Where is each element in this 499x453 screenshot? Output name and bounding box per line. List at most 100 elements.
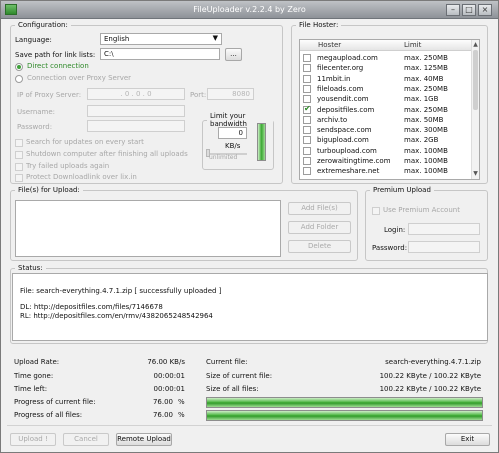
hoster-row[interactable]: filecenter.org max. 125MB (300, 63, 472, 73)
scroll-thumb[interactable] (473, 50, 478, 110)
progress-all-percent: % (178, 411, 185, 419)
bandwidth-meter (257, 123, 266, 161)
hoster-checkbox[interactable] (303, 126, 311, 135)
progress-current-label: Progress of current file: (14, 398, 96, 406)
retry-failed-checkbox[interactable] (15, 163, 23, 171)
all-files-progress-bar (206, 410, 483, 421)
hoster-checkbox[interactable] (303, 95, 311, 104)
save-path-input[interactable]: C:\ (100, 48, 220, 60)
premium-login-input[interactable] (408, 223, 480, 235)
password-label: Password: (17, 123, 53, 131)
title-bar[interactable]: FileUploader v.2.2.4 by Zero – □ × (1, 1, 498, 19)
delete-button[interactable]: Delete (288, 240, 351, 253)
hoster-limit: max. 125MB (404, 64, 448, 73)
premium-password-input[interactable] (408, 241, 480, 253)
port-input[interactable]: 8080 (207, 88, 254, 100)
file-hoster-legend: File Hoster: (299, 21, 339, 29)
minimize-icon[interactable]: – (446, 4, 460, 16)
search-updates-label[interactable]: Search for updates on every start (26, 138, 144, 146)
hoster-checkbox[interactable] (303, 84, 311, 93)
proxy-connection-label[interactable]: Connection over Proxy Server (27, 74, 131, 82)
language-label: Language: (15, 36, 52, 44)
limit-column-header[interactable]: Limit (404, 41, 421, 49)
use-premium-checkbox[interactable] (372, 207, 380, 215)
use-premium-label[interactable]: Use Premium Account (383, 206, 460, 214)
add-files-button[interactable]: Add File(s) (288, 202, 351, 215)
cancel-button[interactable]: Cancel (63, 433, 109, 446)
hoster-table[interactable]: Hoster Limit megaupload.com max. 250MB fil… (299, 39, 480, 180)
hoster-row[interactable]: archiv.to max. 50MB (300, 115, 472, 125)
hoster-checkbox[interactable] (303, 104, 311, 114)
bandwidth-slider-label: unlimited (209, 154, 238, 161)
hoster-row[interactable]: turboupload.com max. 100MB (300, 146, 472, 156)
browse-button[interactable]: ... (225, 48, 242, 61)
status-line-file: File: search-everything.4.7.1.zip [ succ… (20, 287, 222, 295)
language-select[interactable]: English ▼ (100, 33, 222, 45)
hoster-checkbox[interactable] (303, 157, 311, 165)
hoster-checkbox[interactable] (303, 64, 311, 73)
hoster-row[interactable]: megaupload.com max. 250MB (300, 53, 472, 63)
hoster-checkbox[interactable] (303, 167, 311, 176)
direct-connection-radio[interactable] (15, 63, 23, 71)
hoster-row[interactable]: bigupload.com max. 2GB (300, 135, 472, 145)
proxy-connection-radio[interactable] (15, 75, 23, 83)
password-input[interactable] (87, 120, 185, 132)
upload-button[interactable]: Upload ! (10, 433, 56, 446)
username-input[interactable] (87, 105, 185, 117)
upload-rate-value: 76.00 KB/s (147, 358, 185, 366)
files-list[interactable] (15, 200, 281, 257)
port-label: Port: (190, 91, 207, 99)
hoster-row[interactable]: yousendit.com max. 1GB (300, 94, 472, 104)
app-window: FileUploader v.2.2.4 by Zero – □ × Confi… (0, 0, 499, 453)
exit-button[interactable]: Exit (445, 433, 490, 446)
hoster-row[interactable]: zerowaitingtime.com max. 100MB (300, 156, 472, 166)
hoster-checkbox[interactable] (303, 136, 311, 145)
hoster-row[interactable]: 11mbit.in max. 40MB (300, 74, 472, 84)
hoster-checkbox[interactable] (303, 146, 311, 155)
hoster-scrollbar[interactable]: ▲ ▼ (471, 40, 479, 179)
hoster-limit: max. 40MB (404, 74, 444, 83)
hoster-name: megaupload.com (317, 54, 378, 62)
protect-link-checkbox[interactable] (15, 174, 23, 182)
hoster-limit: max. 2GB (404, 136, 439, 145)
maximize-icon[interactable]: □ (462, 4, 476, 16)
hoster-checkbox[interactable] (303, 54, 311, 62)
hoster-row[interactable]: extremeshare.net max. 100MB (300, 166, 472, 176)
bandwidth-meter-fill (258, 124, 265, 160)
hoster-name: extremeshare.net (317, 167, 380, 176)
bandwidth-unit: KB/s (225, 142, 241, 150)
status-log[interactable]: File: search-everything.4.7.1.zip [ succ… (12, 273, 488, 341)
remote-upload-button[interactable]: Remote Upload (116, 433, 172, 446)
progress-current-percent: % (178, 398, 185, 406)
hoster-row[interactable]: depositfiles.com max. 250MB (300, 104, 472, 115)
progress-current-value: 76.00 (152, 398, 173, 406)
proxy-ip-input[interactable]: . 0 . 0 . 0 (87, 88, 185, 100)
language-value: English (104, 35, 130, 43)
bandwidth-input[interactable]: 0 (218, 127, 247, 139)
time-gone-value: 00:00:01 (153, 372, 185, 380)
status-line-download-link[interactable]: DL: http://depositfiles.com/files/714667… (20, 303, 163, 311)
hoster-checkbox[interactable] (303, 115, 311, 124)
proxy-ip-label: IP of Proxy Server: (17, 91, 82, 99)
size-current-label: Size of current file: (206, 372, 273, 380)
premium-legend: Premium Upload (373, 186, 431, 194)
hoster-column-header[interactable]: Hoster (318, 41, 341, 49)
status-line-remove-link[interactable]: RL: http://depositfiles.com/en/rmv/43820… (20, 312, 213, 320)
direct-connection-label[interactable]: Direct connection (27, 62, 89, 70)
scroll-down-icon[interactable]: ▼ (472, 170, 479, 178)
hoster-row[interactable]: sendspace.com max. 300MB (300, 125, 472, 135)
hoster-checkbox[interactable] (303, 74, 311, 83)
protect-link-label[interactable]: Protect Downloadlink over lix.in (26, 173, 137, 181)
hoster-row[interactable]: fileloads.com max. 250MB (300, 84, 472, 94)
status-legend: Status: (18, 264, 43, 272)
close-icon[interactable]: × (478, 4, 492, 16)
hoster-limit: max. 50MB (404, 115, 444, 124)
hoster-table-header: Hoster Limit (300, 40, 479, 51)
add-folder-button[interactable]: Add Folder (288, 221, 351, 234)
search-updates-checkbox[interactable] (15, 139, 23, 147)
shutdown-label[interactable]: Shutdown computer after finishing all up… (26, 150, 188, 158)
scroll-up-icon[interactable]: ▲ (472, 41, 479, 49)
retry-failed-label[interactable]: Try failed uploads again (26, 162, 109, 170)
shutdown-checkbox[interactable] (15, 151, 23, 159)
hoster-name: 11mbit.in (317, 74, 351, 83)
